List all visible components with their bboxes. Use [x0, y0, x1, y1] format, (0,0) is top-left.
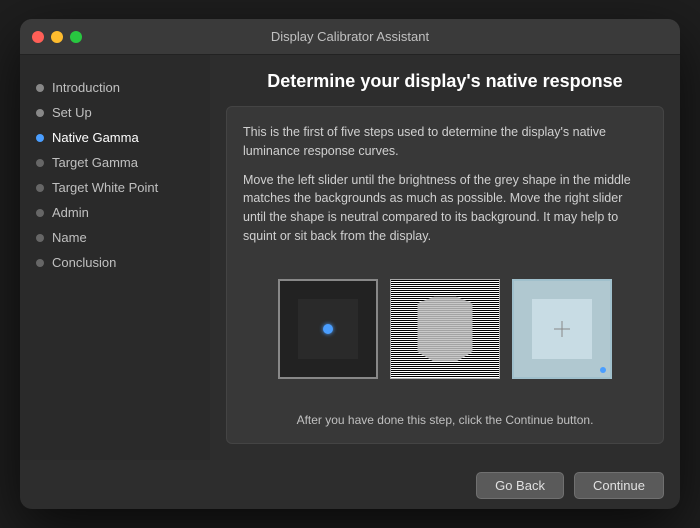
continue-button[interactable]: Continue — [574, 472, 664, 499]
inner-square-left — [298, 299, 358, 359]
calibration-image-middle — [390, 279, 500, 379]
app-window: Display Calibrator Assistant Introductio… — [20, 19, 680, 509]
sidebar-label-native-gamma: Native Gamma — [52, 130, 139, 145]
sidebar-label-target-gamma: Target Gamma — [52, 155, 138, 170]
sidebar-item-introduction[interactable]: Introduction — [20, 75, 210, 100]
titlebar: Display Calibrator Assistant — [20, 19, 680, 55]
content-area: Introduction Set Up Native Gamma Target … — [20, 55, 680, 460]
calibration-image-left-container — [278, 279, 378, 379]
sidebar-item-setup[interactable]: Set Up — [20, 100, 210, 125]
inner-square-right — [532, 299, 592, 359]
apple-shape-overlay — [418, 297, 473, 362]
window-title: Display Calibrator Assistant — [271, 29, 429, 44]
calibration-image-left — [278, 279, 378, 379]
footer-instruction: After you have done this step, click the… — [243, 413, 647, 427]
calibration-image-middle-container — [390, 279, 500, 379]
sidebar-dot-target-gamma — [36, 159, 44, 167]
main-panel: This is the first of five steps used to … — [226, 106, 664, 444]
calibration-images — [243, 256, 647, 404]
crosshair-icon — [554, 321, 570, 337]
close-button[interactable] — [32, 31, 44, 43]
blue-dot-indicator — [323, 324, 333, 334]
sidebar: Introduction Set Up Native Gamma Target … — [20, 55, 210, 460]
calibration-image-right — [512, 279, 612, 379]
sidebar-item-target-white-point[interactable]: Target White Point — [20, 175, 210, 200]
description-text-2: Move the left slider until the brightnes… — [243, 171, 647, 246]
small-blue-dot — [600, 367, 606, 373]
sidebar-item-name[interactable]: Name — [20, 225, 210, 250]
sidebar-dot-introduction — [36, 84, 44, 92]
page-title: Determine your display's native response — [226, 71, 664, 92]
sidebar-label-conclusion: Conclusion — [52, 255, 116, 270]
sidebar-dot-conclusion — [36, 259, 44, 267]
sidebar-label-setup: Set Up — [52, 105, 92, 120]
sidebar-label-name: Name — [52, 230, 87, 245]
minimize-button[interactable] — [51, 31, 63, 43]
sidebar-label-introduction: Introduction — [52, 80, 120, 95]
button-bar: Go Back Continue — [20, 460, 680, 509]
go-back-button[interactable]: Go Back — [476, 472, 564, 499]
maximize-button[interactable] — [70, 31, 82, 43]
sidebar-dot-setup — [36, 109, 44, 117]
sidebar-item-conclusion[interactable]: Conclusion — [20, 250, 210, 275]
traffic-lights — [32, 31, 82, 43]
calibration-image-right-container — [512, 279, 612, 379]
sidebar-dot-name — [36, 234, 44, 242]
sidebar-label-target-white-point: Target White Point — [52, 180, 158, 195]
description-text-1: This is the first of five steps used to … — [243, 123, 647, 161]
main-content: Determine your display's native response… — [210, 55, 680, 460]
sidebar-dot-native-gamma — [36, 134, 44, 142]
sidebar-dot-admin — [36, 209, 44, 217]
sidebar-label-admin: Admin — [52, 205, 89, 220]
sidebar-item-native-gamma[interactable]: Native Gamma — [20, 125, 210, 150]
sidebar-item-admin[interactable]: Admin — [20, 200, 210, 225]
sidebar-dot-target-white-point — [36, 184, 44, 192]
sidebar-item-target-gamma[interactable]: Target Gamma — [20, 150, 210, 175]
